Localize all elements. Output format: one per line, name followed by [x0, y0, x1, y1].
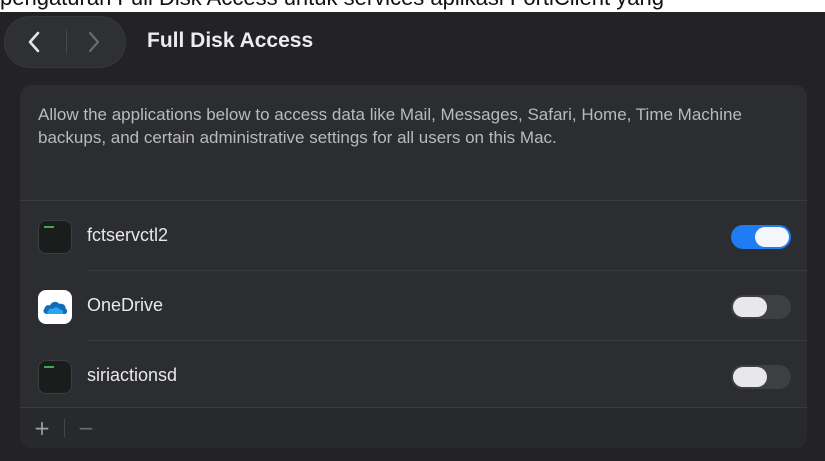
app-name: OneDrive: [87, 295, 164, 315]
access-toggle[interactable]: [731, 295, 791, 319]
toggle-knob: [733, 367, 767, 387]
terminal-icon: [38, 220, 72, 254]
settings-window: Full Disk Access Allow the applications …: [0, 12, 825, 461]
onedrive-icon: [38, 290, 72, 324]
access-toggle[interactable]: [731, 365, 791, 389]
page: pengaturan Full Disk Access untuk servic…: [0, 0, 825, 461]
app-row-fctservctl2: fctservctl2: [20, 201, 807, 271]
app-name: siriactionsd: [87, 365, 178, 385]
footer-separator: [64, 419, 65, 437]
list-footer: + −: [20, 407, 807, 448]
remove-app-button[interactable]: −: [74, 415, 98, 441]
chevron-right-icon: [88, 31, 100, 53]
toolbar: Full Disk Access: [0, 12, 825, 74]
app-name: fctservctl2: [87, 225, 169, 245]
app-row-onedrive: OneDrive: [20, 271, 807, 341]
page-title: Full Disk Access: [147, 29, 314, 52]
back-button[interactable]: [14, 26, 54, 58]
chevron-left-icon: [28, 31, 40, 53]
cloud-icon: [43, 301, 68, 314]
app-row-siriactionsd: siriactionsd: [20, 341, 807, 411]
toggle-knob: [755, 227, 789, 247]
toggle-knob: [733, 297, 767, 317]
forward-button[interactable]: [74, 26, 114, 58]
access-toggle[interactable]: [731, 225, 791, 249]
nav-separator: [66, 30, 67, 54]
navigation-controls: [4, 16, 126, 68]
panel-description: Allow the applications below to access d…: [38, 105, 742, 147]
terminal-icon: [38, 360, 72, 394]
app-list-panel: Allow the applications below to access d…: [20, 85, 807, 448]
add-app-button[interactable]: +: [30, 415, 54, 441]
